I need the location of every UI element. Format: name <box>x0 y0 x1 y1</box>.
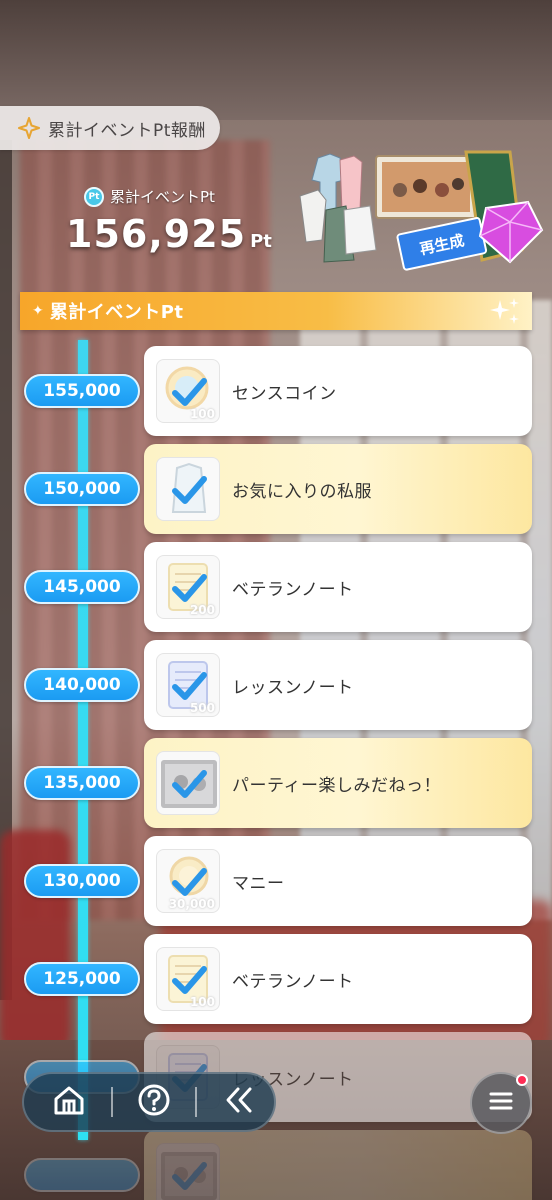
pt-threshold-pill: 135,000 <box>24 766 140 800</box>
check-icon <box>157 752 219 814</box>
reward-name: ベテランノート <box>232 579 354 600</box>
pt-threshold-pill: 140,000 <box>24 668 140 702</box>
pt-threshold-pill <box>24 1158 140 1192</box>
reward-thumbnail: 30,000 <box>156 849 220 913</box>
pt-threshold-pill: 155,000 <box>24 374 140 408</box>
reward-name: ベテランノート <box>232 971 354 992</box>
reward-row: 100 ベテランノート 125,000 <box>0 934 552 1024</box>
reward-row: 200 ベテランノート 145,000 <box>0 542 552 632</box>
reward-name: レッスンノート <box>232 677 354 698</box>
reward-thumbnail <box>156 751 220 815</box>
check-icon <box>157 1144 219 1200</box>
reward-card[interactable]: パーティー楽しみだねっ！ <box>144 738 532 828</box>
reward-row: 100 センスコイン 155,000 <box>0 346 552 436</box>
reward-thumbnail: 100 <box>156 947 220 1011</box>
reward-card[interactable]: 100 ベテランノート <box>144 934 532 1024</box>
reward-card[interactable]: お気に入りの私服 <box>144 444 532 534</box>
help-icon <box>137 1083 171 1121</box>
pt-threshold-pill: 150,000 <box>24 472 140 506</box>
reward-row <box>0 1130 552 1200</box>
check-icon <box>157 850 219 912</box>
check-icon <box>157 654 219 716</box>
reward-thumbnail: 100 <box>156 359 220 423</box>
reward-row: 500 レッスンノート 140,000 <box>0 640 552 730</box>
reward-list: 100 センスコイン 155,000 お気に入りの私服 150,000 200 ベテランノー… <box>0 0 552 1200</box>
reward-row: お気に入りの私服 150,000 <box>0 444 552 534</box>
reward-name: センスコイン <box>232 383 337 404</box>
reward-thumbnail <box>156 457 220 521</box>
notification-dot <box>516 1074 528 1086</box>
reward-name: パーティー楽しみだねっ！ <box>232 775 441 796</box>
reward-thumbnail: 500 <box>156 653 220 717</box>
reward-row: 30,000 マニー 130,000 <box>0 836 552 926</box>
reward-thumbnail: 200 <box>156 555 220 619</box>
pt-threshold-pill: 130,000 <box>24 864 140 898</box>
nav-divider <box>195 1087 198 1117</box>
home-icon <box>52 1083 86 1121</box>
home-button[interactable] <box>34 1074 105 1130</box>
reward-card[interactable]: 500 レッスンノート <box>144 640 532 730</box>
back-button[interactable] <box>203 1074 274 1130</box>
pt-threshold-pill: 125,000 <box>24 962 140 996</box>
help-button[interactable] <box>119 1074 190 1130</box>
menu-icon <box>486 1086 516 1120</box>
nav-divider <box>110 1087 113 1117</box>
reward-name: お気に入りの私服 <box>232 481 372 502</box>
check-icon <box>157 458 219 520</box>
reward-card[interactable] <box>144 1130 532 1200</box>
reward-name: マニー <box>232 873 285 894</box>
reward-card[interactable]: 30,000 マニー <box>144 836 532 926</box>
check-icon <box>157 948 219 1010</box>
bottom-nav <box>22 1072 276 1132</box>
check-icon <box>157 556 219 618</box>
back-icon <box>222 1083 256 1121</box>
pt-threshold-pill: 145,000 <box>24 570 140 604</box>
reward-card[interactable]: 200 ベテランノート <box>144 542 532 632</box>
reward-thumbnail <box>156 1143 220 1200</box>
check-icon <box>157 360 219 422</box>
reward-card[interactable]: 100 センスコイン <box>144 346 532 436</box>
reward-row: パーティー楽しみだねっ！ 135,000 <box>0 738 552 828</box>
